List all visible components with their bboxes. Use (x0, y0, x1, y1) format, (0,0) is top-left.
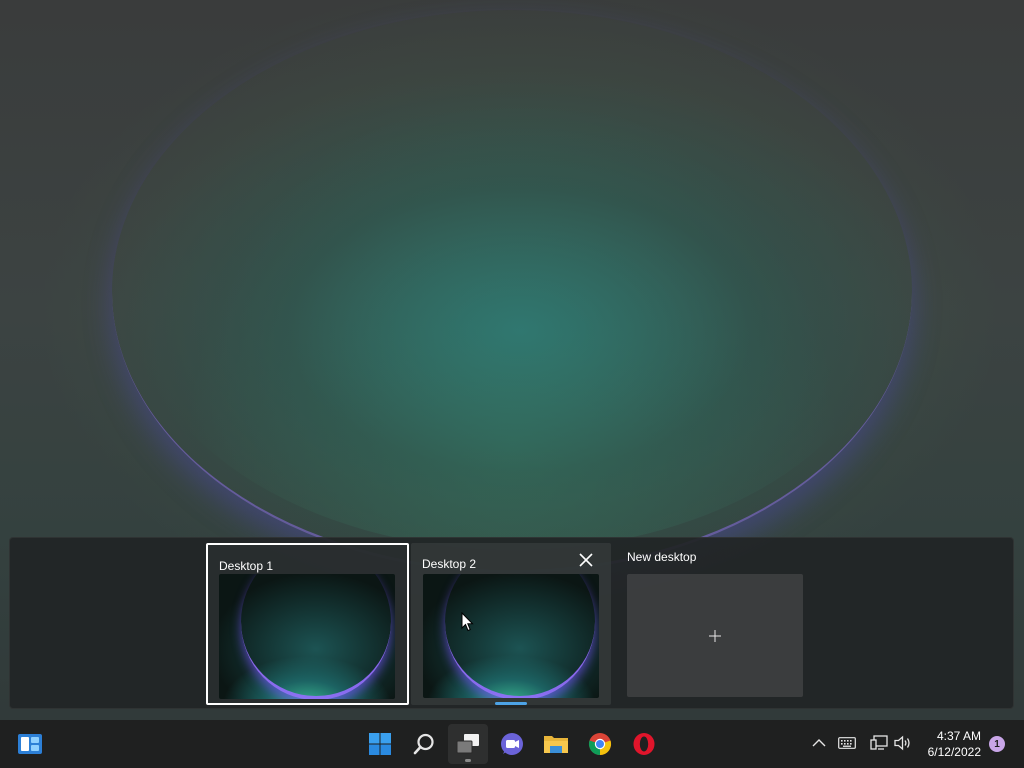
task-view-button[interactable] (448, 724, 488, 764)
desktop-thumbnail (423, 574, 599, 698)
desktop-thumbnail (219, 574, 395, 699)
desktop-card-2[interactable]: Desktop 2 (411, 543, 611, 705)
chrome-button[interactable] (580, 724, 620, 764)
search-button[interactable] (404, 724, 444, 764)
close-icon (579, 553, 593, 567)
network-button[interactable] (868, 732, 890, 754)
opera-icon (633, 733, 655, 755)
keyboard-button[interactable] (836, 732, 858, 754)
file-explorer-button[interactable] (536, 724, 576, 764)
desktop-card-1[interactable]: Desktop 1 (206, 543, 409, 705)
teams-chat-icon (501, 733, 523, 755)
new-desktop-label: New desktop (627, 550, 697, 564)
chrome-icon (588, 733, 612, 756)
close-desktop-button[interactable] (575, 549, 597, 571)
volume-button[interactable] (892, 732, 914, 754)
widgets-icon (18, 734, 42, 754)
task-view-scrollbar[interactable] (495, 702, 527, 705)
wallpaper-glow (128, 30, 898, 550)
wallpaper-bloom (112, 10, 912, 573)
desktop-card-label: Desktop 2 (422, 557, 477, 571)
clock-button[interactable]: 4:37 AM 6/12/2022 (928, 728, 981, 760)
widgets-button[interactable] (10, 724, 50, 764)
search-icon (413, 733, 434, 755)
clock-time: 4:37 AM (936, 729, 981, 743)
start-icon (369, 733, 391, 755)
new-desktop-button[interactable] (627, 574, 803, 697)
file-explorer-icon (544, 736, 568, 753)
keyboard-icon (838, 737, 856, 749)
plus-icon (709, 630, 721, 642)
desktop-card-label: Desktop 1 (219, 559, 274, 573)
clock-date: 6/12/2022 (927, 745, 981, 759)
chevron-up-icon (812, 739, 826, 747)
notification-badge[interactable]: 1 (989, 736, 1005, 752)
task-view-icon (456, 734, 479, 754)
volume-icon (894, 735, 910, 751)
network-icon (870, 735, 888, 750)
start-button[interactable] (360, 724, 400, 764)
mouse-cursor-icon (461, 612, 474, 632)
show-hidden-icons-button[interactable] (808, 732, 830, 754)
taskbar: 4:37 AM 6/12/2022 1 (0, 720, 1024, 768)
new-desktop-card[interactable]: New desktop (617, 543, 812, 705)
teams-chat-button[interactable] (492, 724, 532, 764)
opera-button[interactable] (624, 724, 664, 764)
